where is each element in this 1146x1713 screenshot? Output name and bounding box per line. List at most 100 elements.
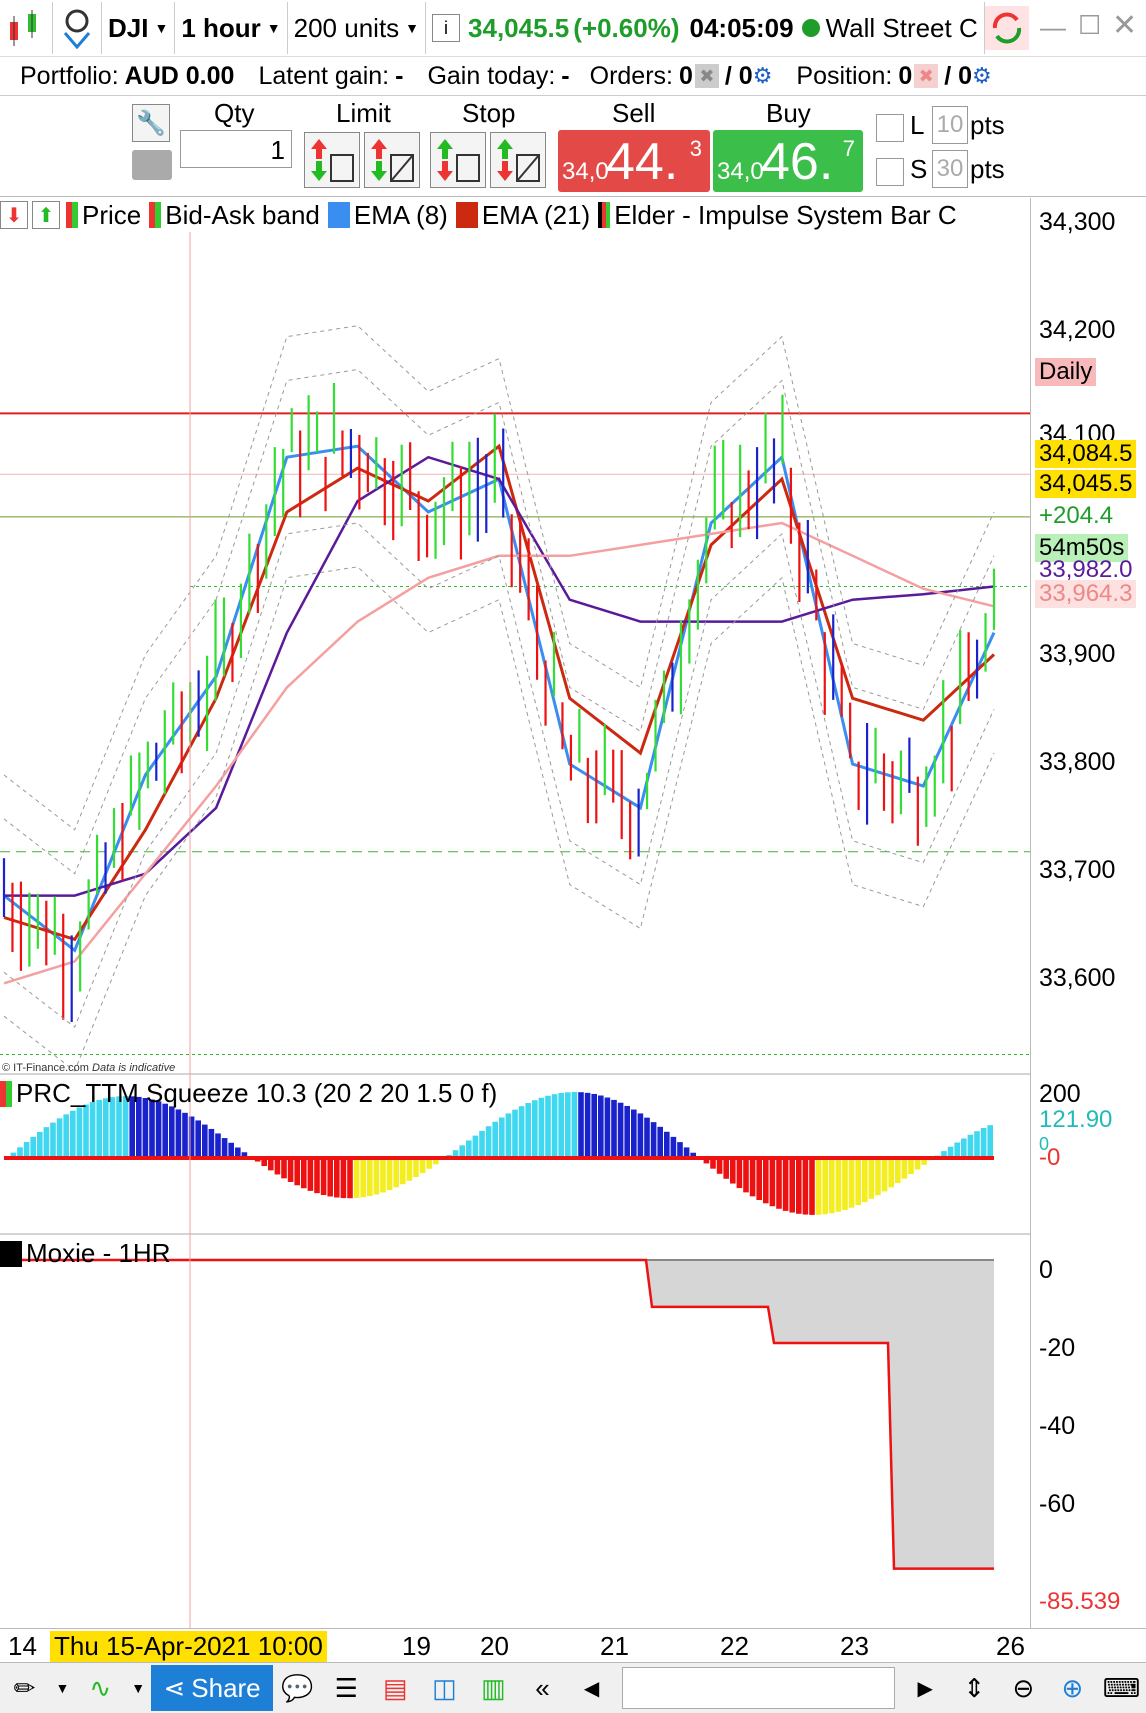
time-axis[interactable]: 14 Thu 15-Apr-2021 10:00 19 20 21 22 23 …: [0, 1628, 1146, 1663]
scroll-start-icon[interactable]: «: [522, 1666, 563, 1710]
squeeze-bar: [585, 1093, 591, 1158]
symbol-select[interactable]: DJI▼: [102, 2, 175, 54]
limit-buy-button[interactable]: [304, 132, 360, 188]
squeeze-bar: [30, 1137, 36, 1158]
short-checkbox[interactable]: [876, 158, 904, 186]
order-book-icon[interactable]: ▤: [375, 1666, 416, 1710]
squeeze-bar: [961, 1138, 967, 1158]
squeeze-bar: [842, 1158, 848, 1210]
chevron-down-icon[interactable]: ▼: [53, 1666, 72, 1710]
short-points-input[interactable]: 30: [932, 150, 968, 188]
auto-scale-icon[interactable]: ⇕: [954, 1666, 995, 1710]
buy-button[interactable]: 34,0 46. 7: [713, 130, 863, 192]
keyboard-icon[interactable]: [132, 150, 172, 180]
sell-button[interactable]: 34,0 44. 3: [558, 130, 710, 192]
indicator-legend: ⬇ ⬆ Price Bid-Ask band EMA (8) EMA (21) …: [0, 198, 1030, 232]
close-position-icon[interactable]: ✖: [914, 64, 938, 88]
legend-bid-ask-band[interactable]: Bid-Ask band: [149, 200, 320, 231]
legend-price[interactable]: Price: [66, 200, 141, 231]
squeeze-bar: [532, 1100, 538, 1158]
stop-order-icon: [491, 133, 545, 187]
legend-elder-impulse[interactable]: Elder - Impulse System Bar C: [598, 200, 956, 231]
price-axis[interactable]: 34,300 34,200 Daily 34,100 34,084.5 34,0…: [1030, 198, 1146, 1628]
squeeze-bar: [70, 1111, 76, 1158]
order-bar: 🔧 Qty 1 Limit Stop Sell Buy 34,0 44. 3 3…: [0, 96, 1146, 197]
clock: 04:05:09: [689, 13, 793, 44]
squeeze-bar: [677, 1142, 683, 1158]
maximize-icon[interactable]: ☐: [1078, 10, 1101, 41]
gear-icon[interactable]: ⚙: [972, 63, 992, 89]
zoom-out-icon[interactable]: ⊖: [1003, 1666, 1044, 1710]
keyboard-icon[interactable]: ⌨: [1101, 1666, 1142, 1710]
bid-ask-band-line: [4, 326, 994, 830]
minimize-icon[interactable]: —: [1040, 12, 1066, 43]
limit-sell-button[interactable]: [364, 132, 420, 188]
limit-order-icon: [305, 133, 359, 187]
squeeze-bar: [314, 1158, 320, 1193]
squeeze-title[interactable]: PRC_TTM Squeeze 10.3 (20 2 20 1.5 0 f): [0, 1078, 497, 1109]
screener-icon[interactable]: ▥: [473, 1666, 514, 1710]
squeeze-bar: [981, 1128, 987, 1158]
timeframe-select[interactable]: 1 hour▼: [175, 2, 287, 54]
long-points-input[interactable]: 10: [932, 106, 968, 144]
gear-icon[interactable]: ⚙: [753, 63, 773, 89]
scroll-right-icon[interactable]: ▶: [905, 1666, 946, 1710]
long-checkbox[interactable]: [876, 114, 904, 142]
chevron-down-icon[interactable]: ▼: [129, 1666, 148, 1710]
close-icon[interactable]: ✕: [1112, 8, 1137, 43]
portfolio-value: AUD 0.00: [125, 62, 235, 91]
squeeze-bar: [737, 1158, 743, 1188]
drawing-tool-icon[interactable]: ✏: [4, 1666, 45, 1710]
zoom-in-icon[interactable]: ⊕: [1052, 1666, 1093, 1710]
squeeze-bar: [176, 1109, 182, 1158]
squeeze-bar: [809, 1158, 815, 1215]
cancel-orders-icon[interactable]: ✖: [695, 64, 719, 88]
legend-ema-8[interactable]: EMA (8): [328, 200, 448, 231]
squeeze-bar: [908, 1158, 914, 1174]
wrench-icon[interactable]: 🔧: [132, 104, 170, 142]
arrow-up-icon[interactable]: ⬆: [32, 201, 60, 229]
stop-order-icon: [431, 133, 485, 187]
refresh-icon[interactable]: [985, 6, 1029, 50]
squeeze-bar: [954, 1143, 960, 1158]
chart-window-icon[interactable]: ◫: [424, 1666, 465, 1710]
share-icon: ⋖: [163, 1673, 185, 1704]
squeeze-bar: [598, 1096, 604, 1158]
squeeze-bar: [24, 1142, 30, 1158]
squeeze-bar: [895, 1158, 901, 1183]
cursor-date-label: Thu 15-Apr-2021 10:00: [50, 1631, 327, 1662]
squeeze-bar: [486, 1126, 492, 1158]
info-icon[interactable]: i: [432, 14, 460, 42]
legend-ema-21[interactable]: EMA (21): [456, 200, 590, 231]
price-pane[interactable]: [0, 326, 1030, 1071]
chart-area[interactable]: [0, 232, 1030, 1628]
squeeze-bar: [162, 1104, 168, 1158]
list-icon[interactable]: ☰: [326, 1666, 367, 1710]
instrument-icon[interactable]: [53, 2, 102, 54]
moxie-pane[interactable]: [4, 1260, 994, 1569]
stop-buy-button[interactable]: [430, 132, 486, 188]
squeeze-bar: [578, 1092, 584, 1158]
comment-icon[interactable]: 💬: [277, 1666, 318, 1710]
qty-input[interactable]: 1: [180, 130, 292, 168]
units-select[interactable]: 200 units▼: [288, 2, 426, 54]
indicator-icon[interactable]: ∿: [80, 1666, 121, 1710]
squeeze-bar: [968, 1135, 974, 1158]
squeeze-bar: [974, 1131, 980, 1158]
arrow-down-icon[interactable]: ⬇: [0, 201, 28, 229]
latent-gain-value: -: [395, 62, 403, 91]
moxie-title[interactable]: Moxie - 1HR: [0, 1238, 170, 1269]
chart-type-button[interactable]: [0, 2, 53, 54]
share-button[interactable]: ⋖Share: [151, 1665, 272, 1711]
chevron-down-icon: ▼: [267, 20, 281, 36]
squeeze-bar: [756, 1158, 762, 1200]
stop-sell-button[interactable]: [490, 132, 546, 188]
squeeze-bar: [44, 1127, 50, 1158]
squeeze-bar: [618, 1103, 624, 1158]
scroll-left-icon[interactable]: ◀: [571, 1666, 612, 1710]
squeeze-bar: [281, 1158, 287, 1178]
orders-value: 0: [679, 62, 693, 91]
time-scrollbar[interactable]: [622, 1667, 895, 1709]
squeeze-pane[interactable]: [4, 1092, 994, 1215]
squeeze-bar: [466, 1140, 472, 1158]
